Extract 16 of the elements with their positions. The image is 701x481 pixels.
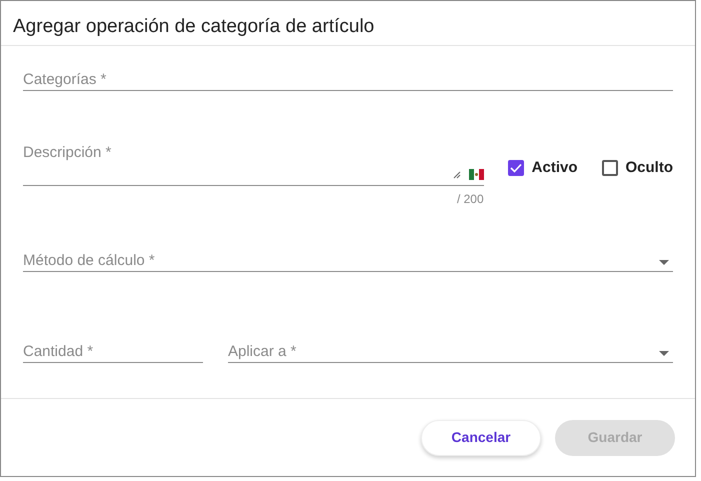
dropdown-caret-icon — [659, 351, 669, 356]
dropdown-caret-icon — [659, 260, 669, 265]
checkbox-label: Activo — [532, 158, 578, 178]
input-field[interactable]: Categorías * — [23, 61, 673, 91]
character-counter: / 200 — [456, 191, 484, 208]
dialog-title: Agregar operación de categoría de artículo — [13, 14, 374, 39]
flag-icon — [468, 169, 484, 180]
input-field[interactable]: Cantidad * — [23, 333, 203, 363]
checkbox-label: Oculto — [626, 158, 673, 178]
check-icon — [510, 163, 522, 174]
text-button[interactable]: Cancelar — [421, 420, 541, 456]
select-field[interactable]: Método de cálculo * — [23, 242, 673, 272]
select-field[interactable]: Aplicar a * — [228, 333, 673, 363]
checkbox[interactable] — [508, 160, 524, 176]
checkbox[interactable] — [602, 160, 618, 176]
resize-handle-icon — [452, 170, 461, 178]
